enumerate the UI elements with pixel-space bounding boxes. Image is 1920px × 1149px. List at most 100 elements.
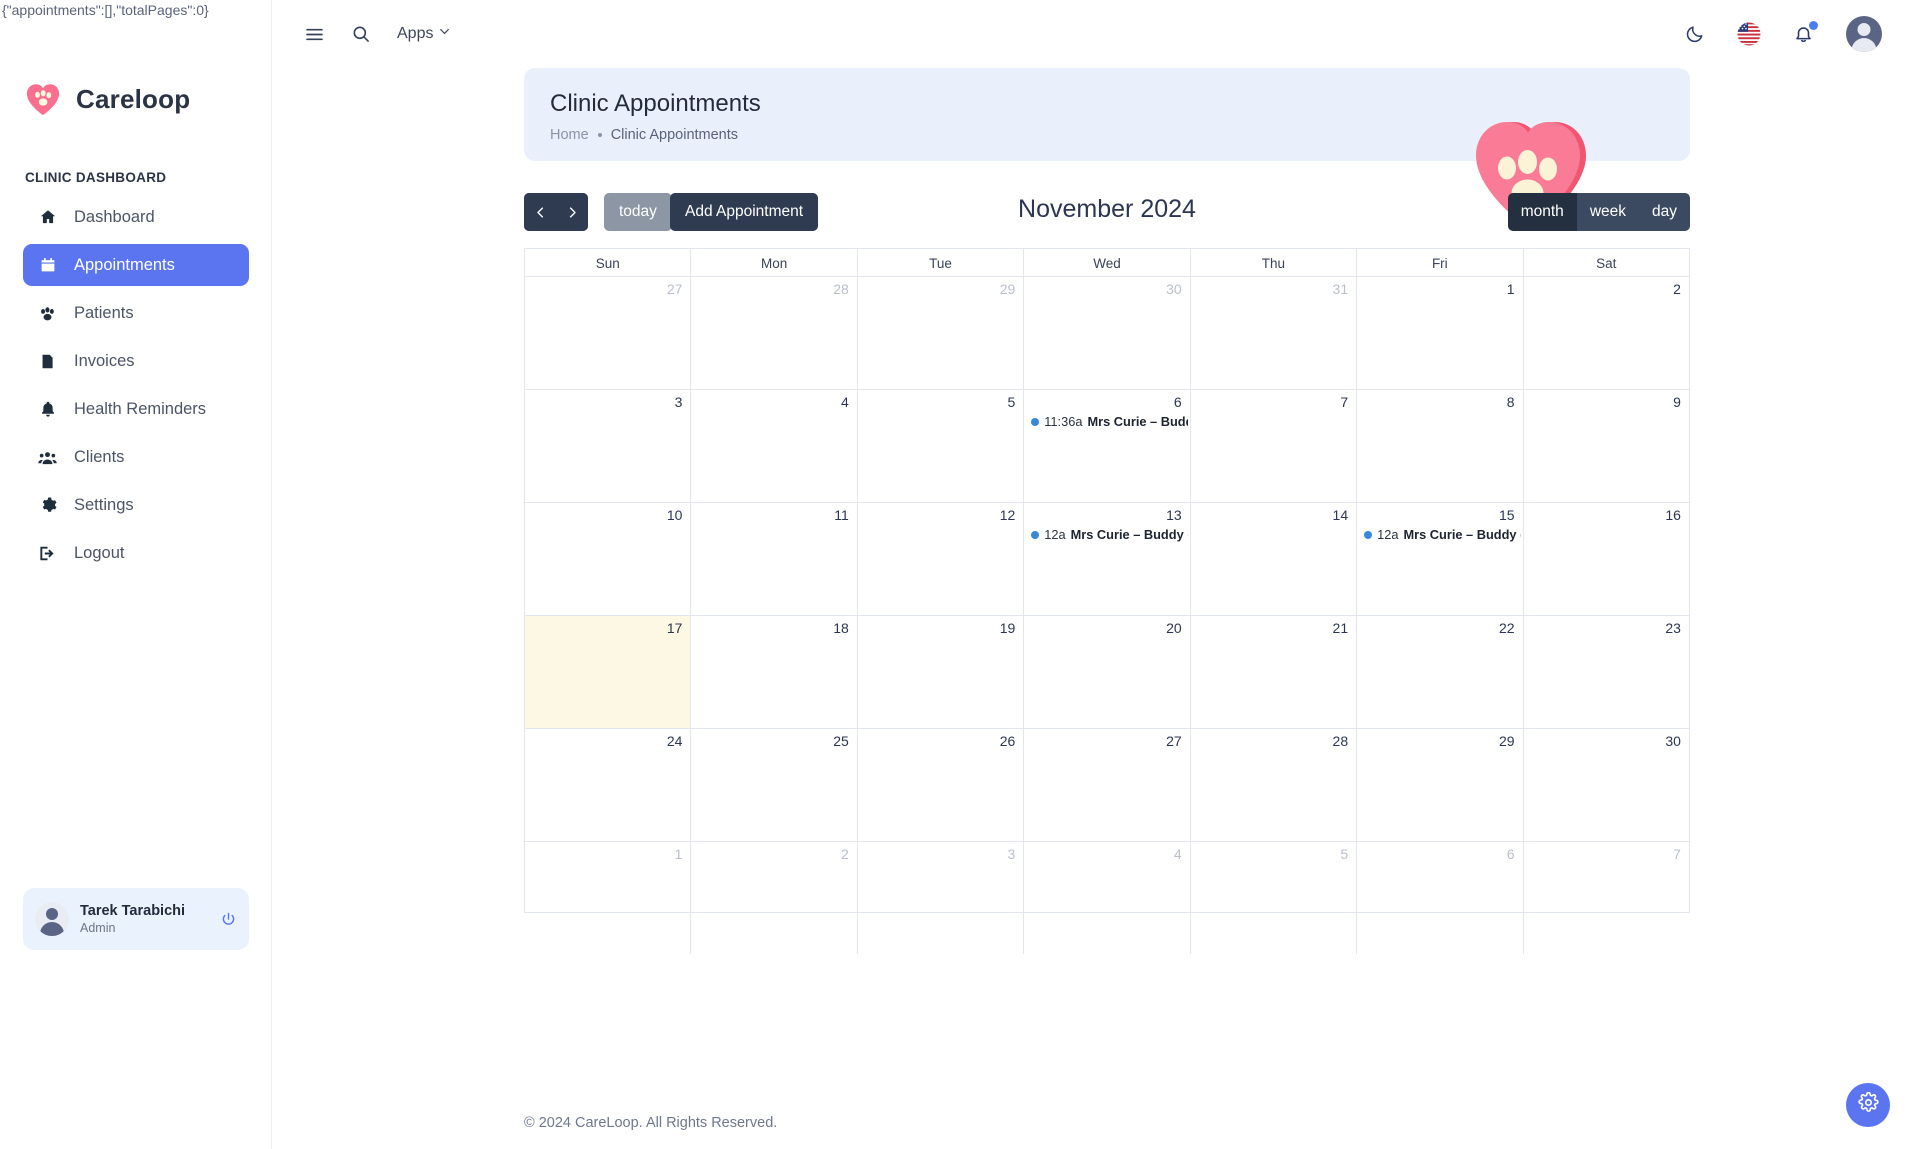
event-title: Mrs Curie – Buddy (Gr bbox=[1070, 527, 1188, 542]
calendar-day-cell[interactable]: 5 bbox=[1189, 842, 1356, 954]
calendar-day-cell[interactable]: 27 bbox=[525, 277, 690, 389]
calendar-day-cell[interactable]: 14 bbox=[1189, 503, 1356, 615]
calendar-day-number: 27 bbox=[666, 281, 683, 297]
calendar-day-cell[interactable]: 10 bbox=[525, 503, 690, 615]
gear-icon bbox=[37, 496, 58, 514]
calendar-day-number: 31 bbox=[1332, 281, 1349, 297]
search-icon[interactable] bbox=[351, 24, 371, 44]
calendar-day-cell[interactable]: 4 bbox=[1023, 842, 1189, 954]
moon-icon[interactable] bbox=[1685, 24, 1705, 44]
calendar-day-cell[interactable]: 1 bbox=[1356, 277, 1522, 389]
calendar-day-cell[interactable]: 31 bbox=[1189, 277, 1356, 389]
calendar-day-cell[interactable]: 28 bbox=[690, 277, 856, 389]
sidebar-user-card[interactable]: Tarek Tarabichi Admin bbox=[23, 888, 249, 950]
sidebar-item-logout[interactable]: Logout bbox=[23, 532, 249, 574]
calendar-event[interactable]: 11:36a Mrs Curie – Buddy bbox=[1031, 414, 1188, 429]
sidebar-item-dashboard[interactable]: Dashboard bbox=[23, 196, 249, 238]
calendar-day-cell[interactable]: 6 11:36a Mrs Curie – Buddy bbox=[1023, 390, 1189, 502]
calendar-day-number: 15 bbox=[1498, 507, 1515, 523]
user-avatar-icon[interactable] bbox=[1846, 16, 1882, 52]
calendar-day-cell[interactable]: 29 bbox=[856, 277, 1023, 389]
breadcrumb-current: Clinic Appointments bbox=[610, 127, 739, 143]
calendar-day-cell[interactable]: 16 bbox=[1522, 503, 1689, 615]
next-month-button[interactable] bbox=[556, 193, 588, 231]
calendar-day-number: 13 bbox=[1166, 507, 1182, 523]
sidebar-item-label: Invoices bbox=[74, 351, 135, 370]
calendar-week-row: 17 18 19 20 21 22 23 bbox=[525, 616, 1689, 729]
sidebar-item-invoices[interactable]: Invoices bbox=[23, 340, 249, 382]
calendar-day-cell[interactable]: 22 bbox=[1356, 616, 1522, 728]
chevron-down-icon bbox=[438, 25, 451, 43]
sidebar-item-settings[interactable]: Settings bbox=[23, 484, 249, 526]
view-month-button[interactable]: month bbox=[1507, 193, 1577, 231]
power-icon[interactable] bbox=[220, 911, 237, 928]
calendar-week-row: 24 25 26 27 28 29 30 bbox=[525, 729, 1689, 842]
notifications-bell-icon[interactable] bbox=[1793, 20, 1818, 45]
calendar-day-cell[interactable]: 27 bbox=[1023, 729, 1189, 841]
calendar-day-cell[interactable]: 23 bbox=[1522, 616, 1689, 728]
calendar-day-cell[interactable]: 19 bbox=[856, 616, 1023, 728]
breadcrumb-home[interactable]: Home bbox=[550, 127, 589, 143]
heart-paw-logo-icon bbox=[24, 80, 62, 118]
calendar-day-cell[interactable]: 4 bbox=[690, 390, 856, 502]
calendar-day-number: 20 bbox=[1166, 620, 1182, 636]
calendar-day-cell[interactable]: 13 12a Mrs Curie – Buddy (Gr bbox=[1023, 503, 1189, 615]
paw-icon bbox=[37, 304, 58, 323]
calendar-day-cell[interactable]: 24 bbox=[525, 729, 690, 841]
hamburger-menu-icon[interactable] bbox=[304, 24, 325, 45]
calendar-day-cell[interactable]: 12 bbox=[856, 503, 1023, 615]
calendar-day-cell[interactable]: 6 bbox=[1356, 842, 1522, 954]
calendar-day-cell[interactable]: 1 bbox=[525, 842, 690, 954]
calendar-day-cell[interactable]: 15 12a Mrs Curie – Buddy (Gr bbox=[1356, 503, 1522, 615]
users-icon bbox=[37, 448, 58, 467]
add-appointment-button[interactable]: Add Appointment bbox=[670, 193, 819, 231]
view-week-button[interactable]: week bbox=[1576, 193, 1639, 231]
calendar-day-cell[interactable]: 3 bbox=[525, 390, 690, 502]
calendar-day-number: 2 bbox=[841, 846, 849, 862]
calendar-day-cell-today[interactable]: 17 bbox=[525, 616, 691, 728]
calendar-event[interactable]: 12a Mrs Curie – Buddy (Gr bbox=[1364, 527, 1521, 542]
calendar-view-switcher: month week day bbox=[1507, 193, 1690, 231]
calendar-day-cell[interactable]: 7 bbox=[1522, 842, 1689, 954]
calendar-event[interactable]: 12a Mrs Curie – Buddy (Gr bbox=[1031, 527, 1188, 542]
calendar-nav-group bbox=[524, 193, 588, 231]
calendar-day-cell[interactable]: 30 bbox=[1522, 729, 1689, 841]
sidebar-item-appointments[interactable]: Appointments bbox=[23, 244, 249, 286]
sidebar-item-clients[interactable]: Clients bbox=[23, 436, 249, 478]
brand-logo[interactable]: Careloop bbox=[24, 80, 190, 118]
prev-month-button[interactable] bbox=[524, 193, 556, 231]
calendar-day-number: 9 bbox=[1673, 394, 1681, 410]
calendar-day-number: 25 bbox=[833, 733, 849, 749]
home-icon bbox=[37, 208, 58, 226]
calendar-day-number: 11 bbox=[834, 507, 849, 523]
calendar-day-cell[interactable]: 18 bbox=[690, 616, 856, 728]
calendar-day-cell[interactable]: 25 bbox=[690, 729, 856, 841]
calendar-day-cell[interactable]: 11 bbox=[690, 503, 856, 615]
calendar-day-cell[interactable]: 7 bbox=[1189, 390, 1356, 502]
sidebar-item-label: Appointments bbox=[74, 255, 175, 274]
us-flag-icon[interactable] bbox=[1737, 22, 1761, 46]
calendar-day-cell[interactable]: 26 bbox=[856, 729, 1023, 841]
sidebar-item-label: Patients bbox=[74, 303, 134, 322]
settings-fab-button[interactable] bbox=[1846, 1083, 1890, 1127]
calendar-day-cell[interactable]: 29 bbox=[1356, 729, 1522, 841]
view-day-button[interactable]: day bbox=[1639, 193, 1690, 231]
today-button[interactable]: today bbox=[604, 193, 672, 231]
calendar-day-cell[interactable]: 28 bbox=[1189, 729, 1356, 841]
calendar-day-number: 3 bbox=[1007, 846, 1016, 862]
calendar-day-cell[interactable]: 9 bbox=[1522, 390, 1689, 502]
sidebar-item-health-reminders[interactable]: Health Reminders bbox=[23, 388, 249, 430]
calendar-day-cell[interactable]: 30 bbox=[1023, 277, 1189, 389]
apps-menu[interactable]: Apps bbox=[397, 25, 451, 43]
calendar-day-cell[interactable]: 21 bbox=[1189, 616, 1356, 728]
calendar-day-cell[interactable]: 20 bbox=[1023, 616, 1189, 728]
sidebar-item-patients[interactable]: Patients bbox=[23, 292, 249, 334]
event-title: Mrs Curie – Buddy bbox=[1087, 414, 1187, 429]
calendar-day-cell[interactable]: 2 bbox=[1522, 277, 1689, 389]
calendar-day-cell[interactable]: 5 bbox=[856, 390, 1023, 502]
apps-menu-label: Apps bbox=[397, 25, 434, 42]
calendar-week-row: 27 28 29 30 31 1 2 bbox=[525, 277, 1689, 390]
calendar-day-cell[interactable]: 3 bbox=[856, 842, 1023, 954]
calendar-day-cell[interactable]: 2 bbox=[690, 842, 856, 954]
calendar-day-cell[interactable]: 8 bbox=[1356, 390, 1522, 502]
